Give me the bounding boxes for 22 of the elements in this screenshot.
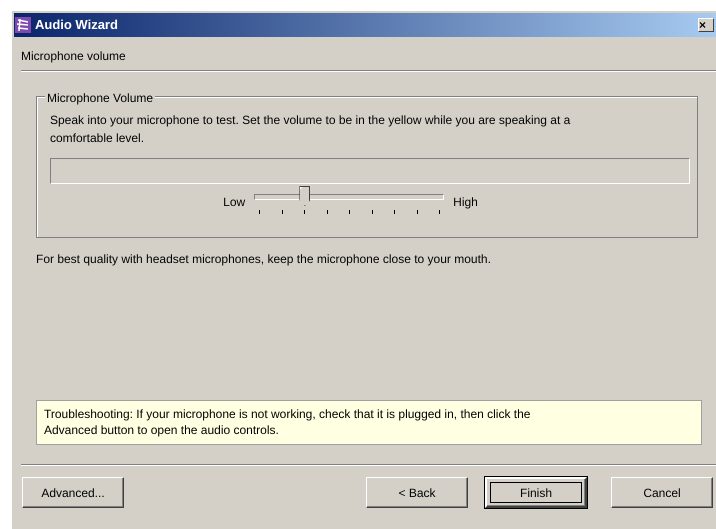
- wizard-button[interactable]: Finish: [485, 477, 587, 508]
- hint-text: For best quality with headset microphones, keep the microphone close to your mouth.: [36, 252, 491, 266]
- high-label: High: [453, 194, 478, 211]
- page-title: Microphone volume: [21, 49, 126, 63]
- close-button[interactable]: ×: [698, 18, 714, 32]
- tick-mark: [439, 210, 440, 214]
- troubleshooting-note: Troubleshooting: If your microphone is not working, check that it is plugged in, then click the Advanced button to open the audio controls.: [36, 400, 702, 446]
- tick-mark: [372, 210, 373, 214]
- window-title: Audio Wizard: [35, 16, 118, 34]
- low-label: Low: [223, 194, 246, 211]
- tick-mark: [394, 210, 396, 214]
- app-icon: [14, 16, 32, 34]
- instructions-text: Speak into your microphone to test. Set the volume to be in the yellow while you are speaking at a comfortable level.: [50, 112, 572, 147]
- tick-mark: [416, 210, 418, 214]
- tick-mark: [282, 210, 283, 214]
- tick-mark: [326, 210, 328, 214]
- tick-mark: [304, 210, 306, 214]
- wizard-button[interactable]: < Back: [366, 477, 468, 508]
- wizard-button[interactable]: Cancel: [611, 477, 713, 508]
- tick-mark: [349, 210, 350, 214]
- wizard-button[interactable]: Advanced...: [22, 477, 124, 508]
- tick-mark: [259, 210, 260, 214]
